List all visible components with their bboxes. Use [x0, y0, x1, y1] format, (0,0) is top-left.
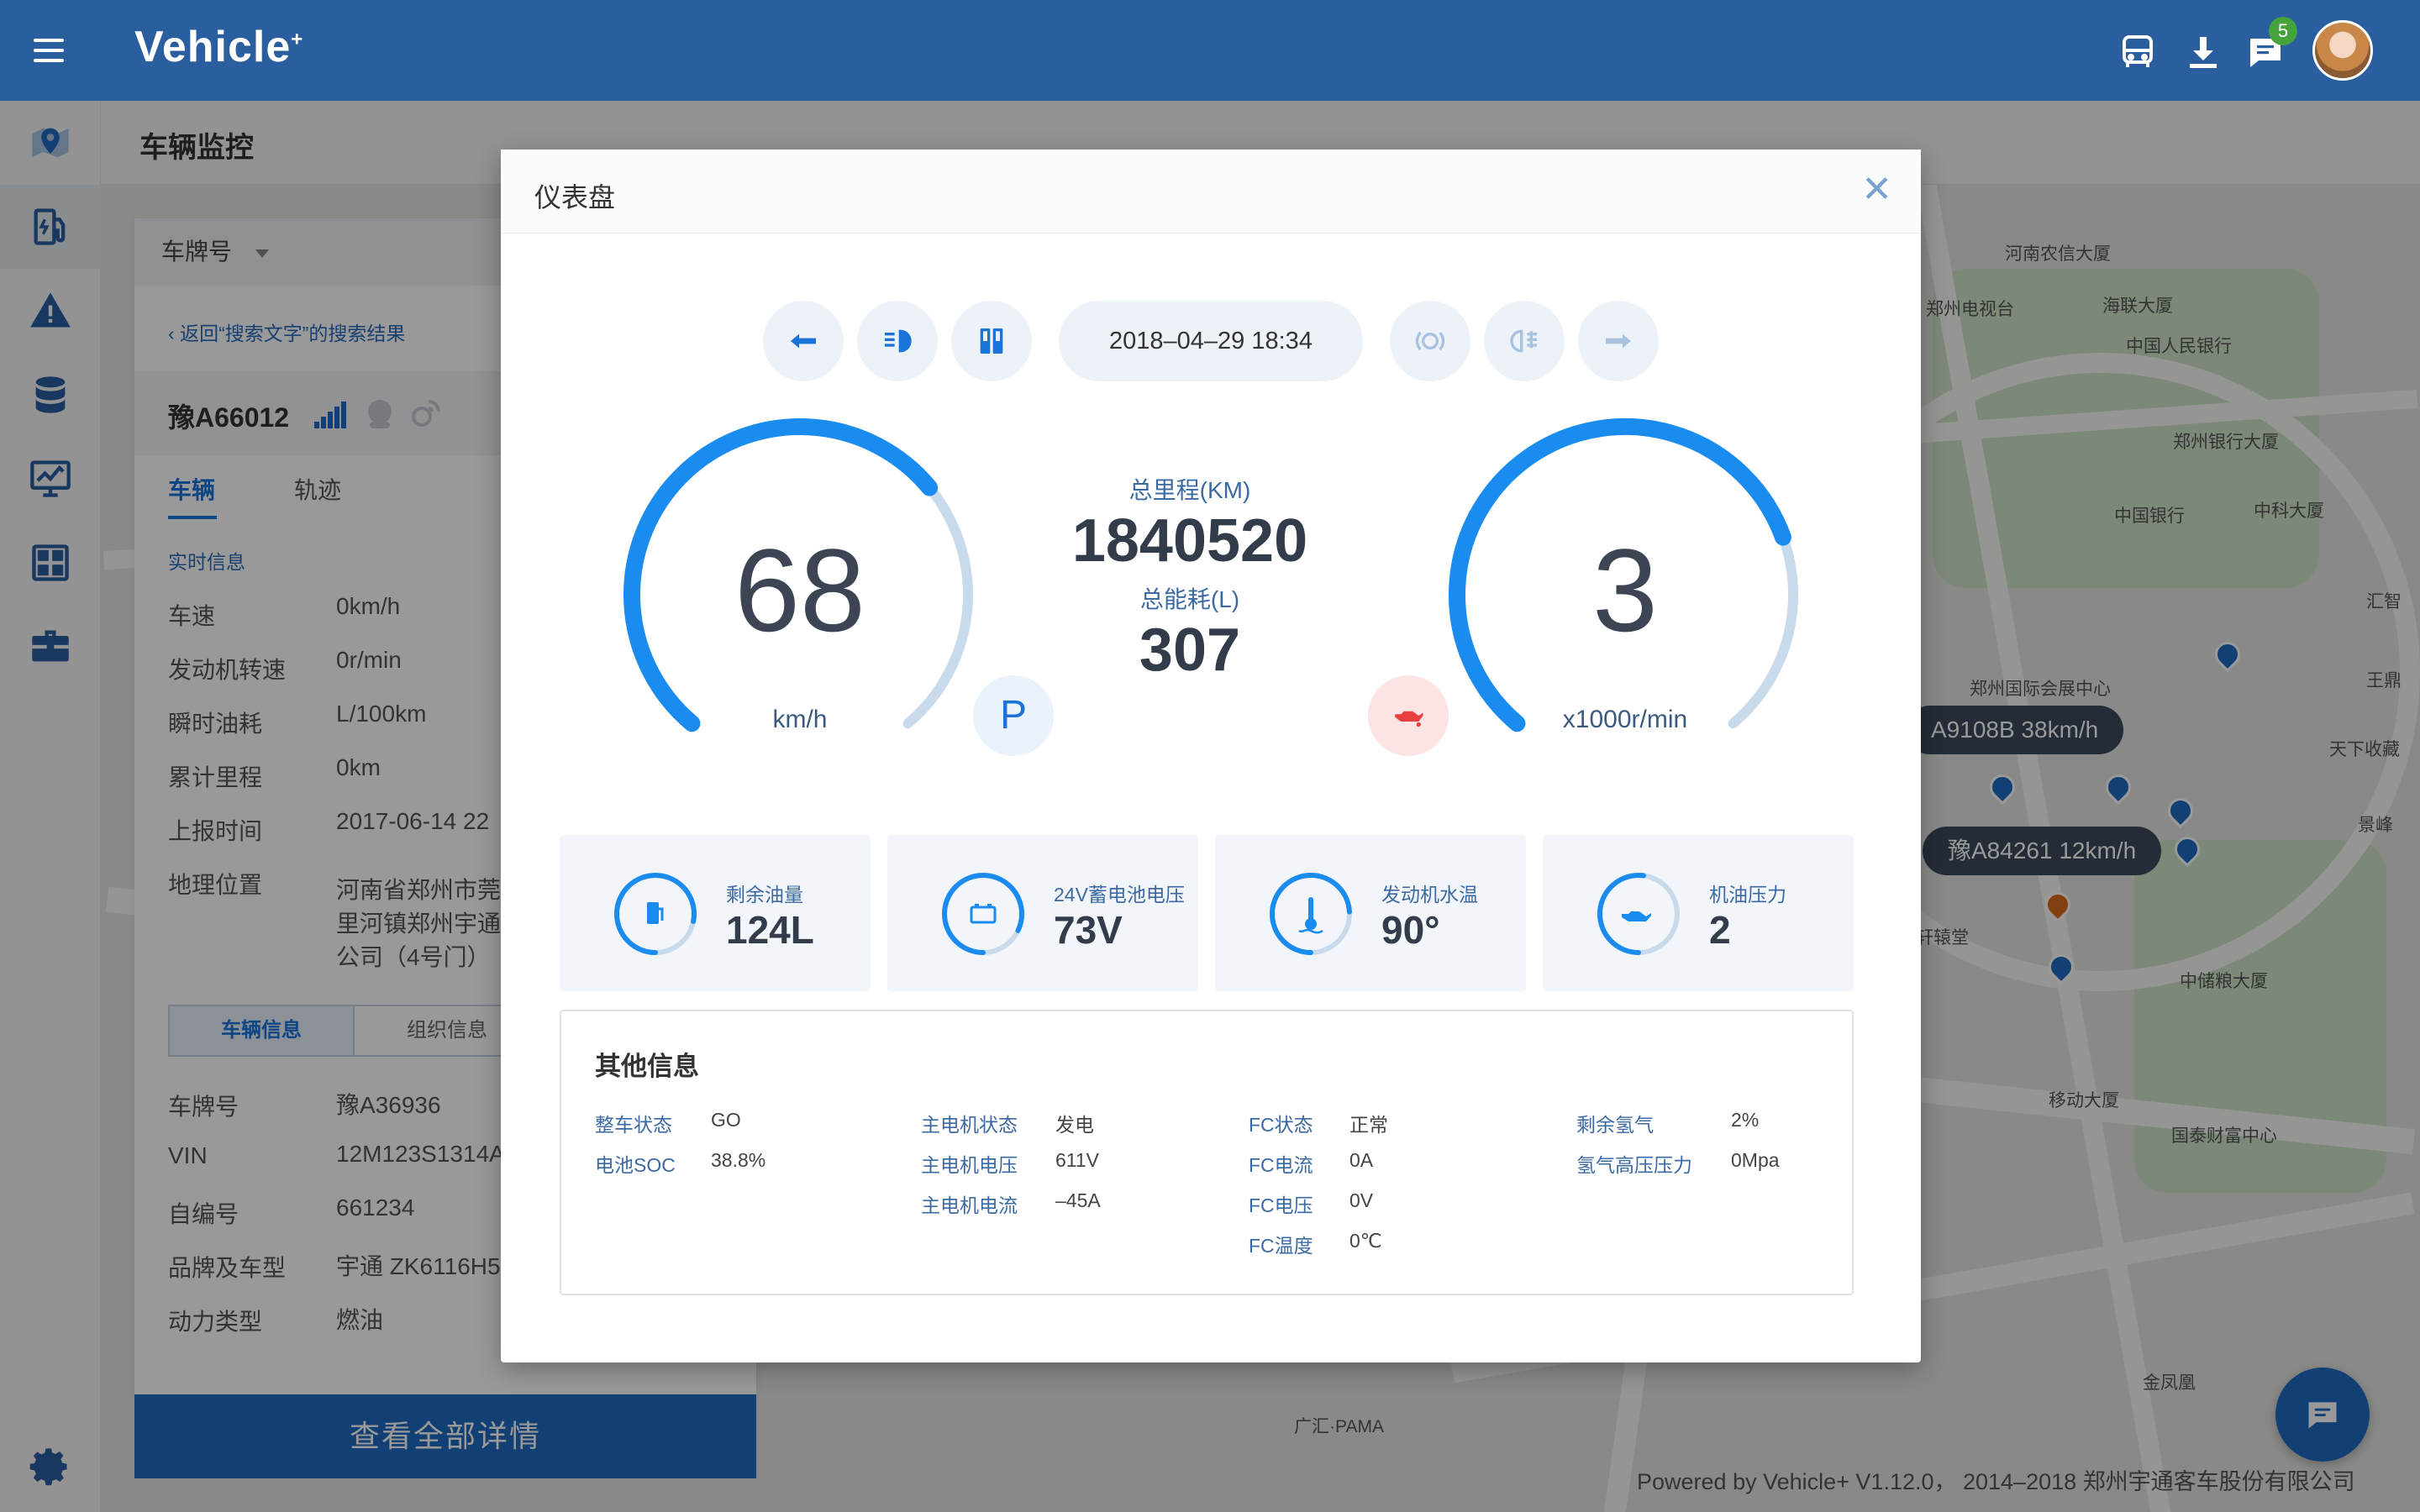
card-value: 90°	[1381, 908, 1440, 952]
right-turn-signal-button[interactable]	[1578, 301, 1659, 381]
close-icon[interactable]: ✕	[1861, 171, 1892, 208]
mileage-label: 总里程(KM)	[1128, 477, 1251, 503]
info-value: 611V	[1055, 1149, 1100, 1171]
battery-card: 24V蓄电池电压 73V	[887, 835, 1198, 991]
info-label: FC状态	[1249, 1114, 1313, 1136]
oil-can-icon	[1597, 873, 1680, 955]
info-value: GO	[711, 1109, 741, 1131]
info-label: 电池SOC	[595, 1154, 676, 1176]
fog-light-icon	[1510, 329, 1537, 353]
notification-badge: 5	[2269, 17, 2297, 45]
card-label: 机油压力	[1709, 884, 1786, 906]
arrow-right-icon	[1606, 333, 1631, 349]
info-value: 0V	[1349, 1189, 1374, 1211]
info-label: 整车状态	[595, 1114, 672, 1136]
brand-logo[interactable]: Vehicle+	[134, 22, 303, 72]
gear-indicator: P	[973, 675, 1054, 756]
info-value: 38.8%	[711, 1149, 766, 1171]
top-bar: Vehicle+ 5	[0, 0, 2420, 101]
bus-icon[interactable]	[2118, 32, 2158, 72]
info-value: –45A	[1055, 1189, 1101, 1211]
info-value: 0℃	[1349, 1230, 1382, 1252]
info-value: 发电	[1055, 1114, 1094, 1136]
user-avatar[interactable]	[2312, 20, 2373, 81]
left-turn-signal-button[interactable]	[763, 301, 844, 381]
energy-label: 总能耗(L)	[1139, 586, 1240, 612]
door-button[interactable]	[951, 301, 1032, 381]
brake-button[interactable]	[1390, 301, 1470, 381]
download-icon[interactable]	[2183, 32, 2223, 72]
card-label: 发动机水温	[1381, 884, 1478, 906]
speed-value: 68	[734, 524, 865, 656]
fog-light-button[interactable]	[1484, 301, 1565, 381]
fuel-icon	[614, 873, 697, 955]
rpm-value: 3	[1592, 524, 1658, 656]
card-value: 2	[1709, 908, 1731, 952]
datetime-display: 2018–04–29 18:34	[1059, 301, 1363, 381]
info-label: 氢气高压压力	[1576, 1154, 1692, 1176]
card-label: 24V蓄电池电压	[1054, 884, 1185, 906]
modal-header: 仪表盘 ✕	[501, 150, 1921, 234]
oil-pressure-card: 机油压力 2	[1543, 835, 1854, 991]
info-label: 主电机电流	[921, 1194, 1018, 1216]
odometer-block: 总里程(KM) 1840520 总能耗(L) 307	[1022, 472, 1358, 685]
info-label: 剩余氢气	[1576, 1114, 1654, 1136]
rpm-unit: x1000r/min	[1562, 706, 1688, 733]
battery-icon	[942, 873, 1024, 955]
info-label: FC电压	[1249, 1194, 1313, 1216]
info-label: FC电流	[1249, 1154, 1313, 1176]
card-label: 剩余油量	[726, 884, 803, 906]
thermometer-icon	[1270, 873, 1352, 955]
info-label: 主电机电压	[921, 1154, 1018, 1176]
menu-icon[interactable]	[34, 39, 64, 62]
door-icon	[980, 328, 1003, 354]
other-info-title: 其他信息	[595, 1052, 699, 1081]
info-value: 0Mpa	[1731, 1149, 1780, 1171]
headlight-icon	[885, 329, 912, 353]
info-value: 2%	[1731, 1109, 1760, 1131]
oil-warning-indicator	[1368, 675, 1449, 756]
energy-value: 307	[1139, 617, 1241, 684]
fuel-card: 剩余油量 124L	[560, 835, 871, 991]
brake-icon	[1415, 331, 1445, 351]
info-value: 0A	[1349, 1149, 1374, 1171]
info-value: 正常	[1349, 1114, 1388, 1136]
headlight-button[interactable]	[857, 301, 938, 381]
coolant-temp-card: 发动机水温 90°	[1215, 835, 1526, 991]
card-value: 73V	[1054, 908, 1123, 952]
modal-title: 仪表盘	[534, 182, 616, 213]
info-label: 主电机状态	[921, 1114, 1018, 1136]
oil-can-warning-icon	[1395, 711, 1423, 727]
arrow-left-icon	[791, 333, 816, 349]
other-info-box: 其他信息 整车状态 GO 电池SOC 38.8% 主电机状态 发电 主电机电压 …	[560, 1010, 1854, 1295]
speed-unit: km/h	[772, 706, 828, 733]
mileage-value: 1840520	[1071, 507, 1308, 575]
dashboard-modal: 仪表盘 ✕ 2018–04–29 18:34 68 km/h P 总里程(KM)…	[501, 150, 1921, 1362]
info-label: FC温度	[1249, 1235, 1313, 1257]
card-value: 124L	[726, 908, 814, 952]
